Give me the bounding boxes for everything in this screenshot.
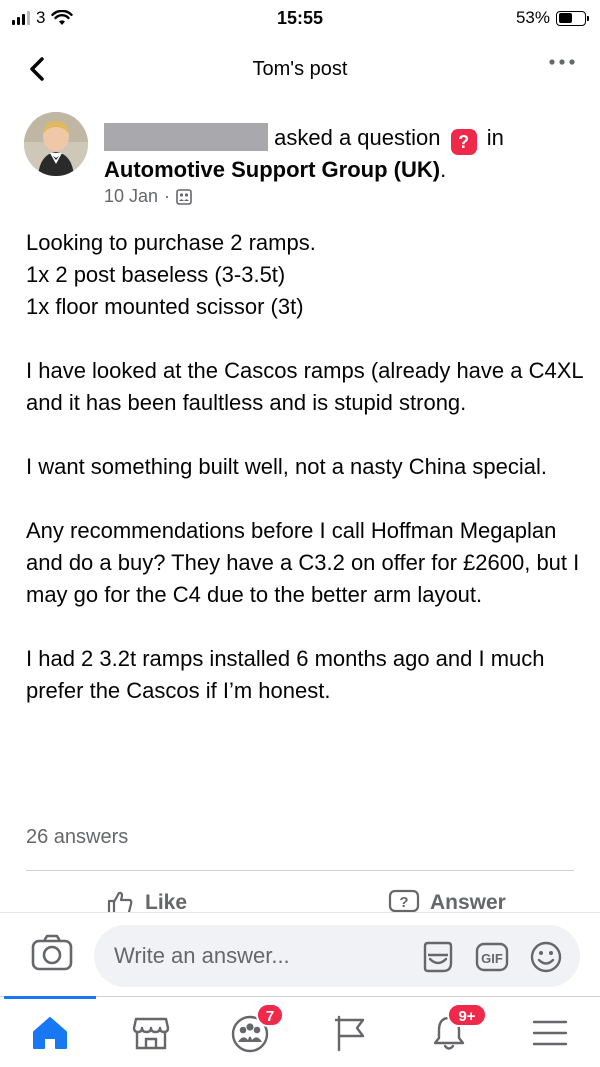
post-text-line: I want something built well, not a nasty… xyxy=(26,454,547,479)
answer-input[interactable]: Write an answer... GIF xyxy=(94,925,580,987)
svg-text:GIF: GIF xyxy=(481,951,503,966)
post-paragraph: Any recommendations before I call Hoffma… xyxy=(26,515,586,611)
answers-count[interactable]: 26 answers xyxy=(26,826,128,849)
tab-home[interactable] xyxy=(20,1011,80,1055)
post-paragraph: I want something built well, not a nasty… xyxy=(26,451,586,483)
camera-icon[interactable] xyxy=(30,933,74,973)
pages-flag-icon xyxy=(335,1015,365,1052)
status-time: 15:55 xyxy=(276,8,324,28)
tab-menu[interactable] xyxy=(520,1011,580,1055)
post-text-line: 1x floor mounted scissor (3t) xyxy=(26,294,304,319)
child-portrait-icon xyxy=(24,112,88,176)
composer-icons: GIF xyxy=(420,939,564,975)
status-right: 53% xyxy=(515,8,589,28)
gif-icon[interactable]: GIF xyxy=(474,939,510,975)
post-author-line: asked a question ? in Automotive Support… xyxy=(104,123,584,185)
group-link[interactable]: Automotive Support Group (UK) xyxy=(104,157,440,182)
post-text-line: 1x 2 post baseless (3-3.5t) xyxy=(26,262,286,287)
more-options-icon[interactable] xyxy=(548,58,576,66)
tab-marketplace[interactable] xyxy=(121,1011,181,1055)
emoji-icon[interactable] xyxy=(528,939,564,975)
notifications-badge: 9+ xyxy=(447,1003,487,1027)
home-icon xyxy=(33,1017,67,1049)
page-title: Tom's post xyxy=(252,58,348,80)
post-text-line: I had 2 3.2t ramps installed 6 months ag… xyxy=(26,646,545,703)
post-header-bar: Tom's post xyxy=(0,44,600,96)
post-text-line: Any recommendations before I call Hoffma… xyxy=(26,518,580,607)
status-bar: 3 15:55 53% xyxy=(0,0,600,36)
tab-pages[interactable] xyxy=(320,1011,380,1055)
post-paragraph: I had 2 3.2t ramps installed 6 months ag… xyxy=(26,643,586,707)
marketplace-icon xyxy=(132,1017,170,1050)
question-badge-icon: ? xyxy=(450,129,477,155)
action-text: asked a question xyxy=(274,125,441,150)
post-date[interactable]: 10 Jan xyxy=(104,186,158,207)
group-suffix: . xyxy=(440,157,447,182)
active-tab-indicator xyxy=(4,996,96,999)
tab-notifications[interactable]: 9+ xyxy=(419,1003,487,1055)
battery-fill xyxy=(558,13,572,23)
divider xyxy=(26,870,574,871)
tab-groups[interactable]: 7 xyxy=(220,1003,284,1055)
redacted-author-name[interactable] xyxy=(104,123,268,151)
sticker-icon[interactable] xyxy=(420,939,456,975)
groups-badge: 7 xyxy=(256,1003,284,1027)
battery-icon xyxy=(556,10,589,26)
post-paragraph: Looking to purchase 2 ramps. 1x 2 post ba… xyxy=(26,227,586,323)
post-meta: 10 Jan · xyxy=(104,186,192,207)
post-text-line: I have looked at the Cascos ramps (alrea… xyxy=(26,358,583,415)
author-avatar[interactable] xyxy=(24,112,88,176)
in-text: in xyxy=(486,125,504,150)
answer-composer: Write an answer... GIF xyxy=(0,912,600,996)
meta-separator: · xyxy=(164,186,171,206)
svg-text:?: ? xyxy=(399,894,408,911)
post-text-line: Looking to purchase 2 ramps. xyxy=(26,230,316,255)
answer-input-placeholder: Write an answer... xyxy=(114,943,290,968)
bottom-tab-bar: 7 9+ xyxy=(0,996,600,1067)
post-paragraph: I have looked at the Cascos ramps (alrea… xyxy=(26,355,586,419)
post-body: Looking to purchase 2 ramps. 1x 2 post ba… xyxy=(26,227,586,707)
menu-icon xyxy=(532,1020,568,1046)
battery-percent: 53% xyxy=(515,8,550,27)
group-privacy-icon xyxy=(176,188,192,205)
